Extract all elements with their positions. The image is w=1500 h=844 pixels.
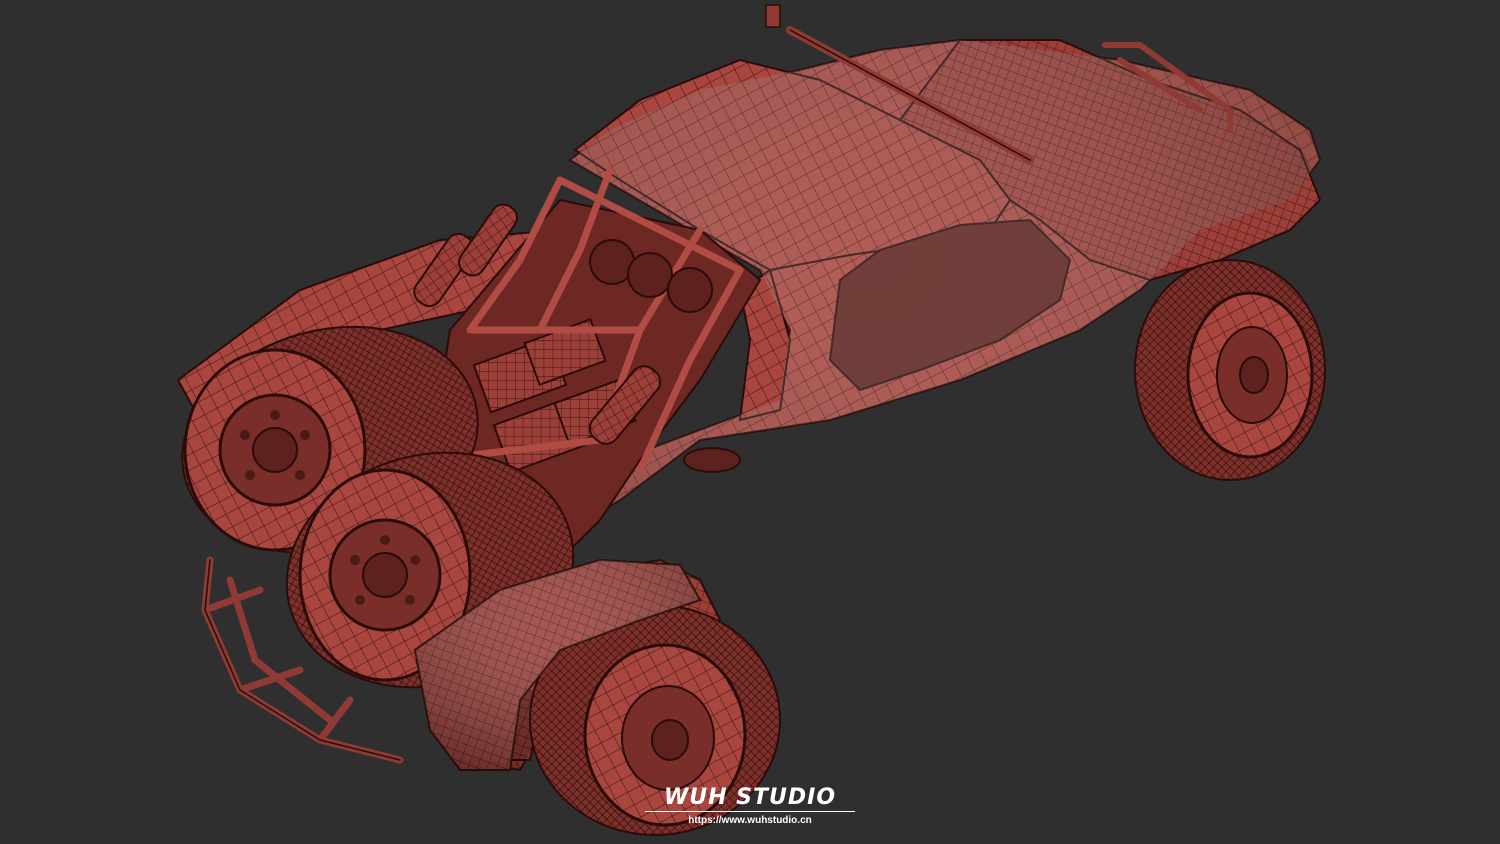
render-viewport <box>0 0 1500 844</box>
buggy-wireframe-render <box>176 4 1326 836</box>
watermark-divider <box>645 811 855 812</box>
studio-watermark: WUH STUDIO https://www.wuhstudio.cn <box>640 786 860 827</box>
studio-logo-text: WUH STUDIO <box>663 785 837 810</box>
studio-url: https://www.wuhstudio.cn <box>688 815 812 826</box>
front-right-wheel <box>1134 259 1326 481</box>
